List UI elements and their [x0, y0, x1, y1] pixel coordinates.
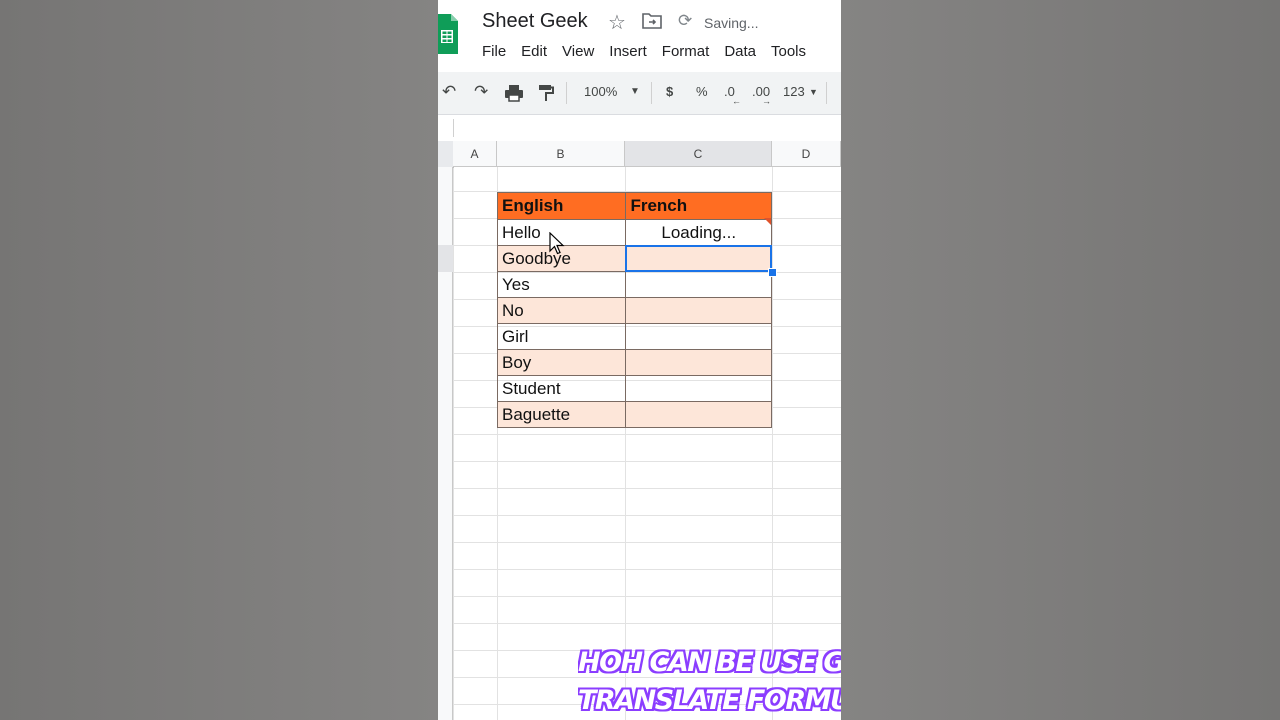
header-cell-english[interactable]: English — [496, 192, 627, 220]
video-background-right — [841, 0, 1280, 720]
select-all-corner[interactable] — [438, 141, 454, 168]
table-row: No — [496, 297, 772, 324]
table-row: Student — [496, 375, 772, 402]
cell-french[interactable] — [625, 323, 772, 350]
sync-icon: ⟳ — [678, 11, 693, 30]
table-header-row: English French — [496, 192, 772, 220]
cell-english[interactable]: Student — [496, 375, 627, 402]
cell-english[interactable]: Girl — [496, 323, 627, 350]
translation-table: English French Hello Loading... Goodbye … — [496, 192, 772, 428]
sheets-logo-icon[interactable] — [438, 14, 458, 54]
toolbar: ↶ ↷ 100% ▼ $ % .0 ← .00 → 123 ▼ — [438, 72, 841, 115]
currency-format-button[interactable]: $ — [666, 84, 673, 99]
menu-insert[interactable]: Insert — [609, 43, 647, 60]
formula-bar-divider — [453, 119, 454, 137]
toolbar-divider — [651, 82, 652, 104]
menu-data[interactable]: Data — [724, 43, 756, 60]
table-row: Hello Loading... — [496, 219, 772, 246]
cell-english[interactable]: Baguette — [496, 401, 627, 428]
menu-file[interactable]: File — [482, 43, 506, 60]
arrow-left-icon: ← — [732, 96, 741, 106]
percent-format-button[interactable]: % — [696, 84, 708, 99]
table-row: Baguette — [496, 401, 772, 428]
grid-column-line — [772, 167, 773, 720]
zoom-select[interactable]: 100% — [584, 84, 617, 99]
column-header-d[interactable]: D — [772, 141, 841, 167]
caption-line-1: HOH CAN BE USE GOOG — [578, 647, 841, 678]
cell-english[interactable]: Yes — [496, 271, 627, 298]
formats-dropdown-icon[interactable]: ▼ — [809, 87, 818, 97]
table-row: Boy — [496, 349, 772, 376]
cell-english[interactable]: Boy — [496, 349, 627, 376]
move-folder-icon[interactable] — [642, 12, 662, 30]
fill-handle[interactable] — [768, 268, 777, 277]
column-header-a[interactable]: A — [453, 141, 497, 167]
print-icon[interactable] — [504, 84, 524, 102]
caption-line-2: TRANSLATE FORMULA — [578, 685, 841, 716]
video-background-left — [0, 0, 438, 720]
cell-french[interactable] — [625, 349, 772, 376]
more-formats-button[interactable]: 123 — [783, 84, 805, 99]
menu-tools[interactable]: Tools — [771, 43, 806, 60]
cell-french[interactable] — [625, 271, 772, 298]
header-cell-french[interactable]: French — [625, 192, 772, 220]
zoom-dropdown-icon[interactable]: ▼ — [630, 86, 640, 97]
row-header-selected[interactable] — [438, 245, 453, 272]
sheets-window: Sheet Geek ☆ ⟳ Saving... File Edit View … — [438, 0, 841, 720]
cell-french[interactable] — [625, 401, 772, 428]
menu-format[interactable]: Format — [662, 43, 710, 60]
menu-bar: File Edit View Insert Format Data Tools — [482, 43, 821, 60]
menu-edit[interactable]: Edit — [521, 43, 547, 60]
paint-format-icon[interactable] — [538, 84, 554, 102]
cell-comment-marker — [764, 218, 771, 225]
column-header-c[interactable]: C — [625, 141, 772, 167]
table-row: Girl — [496, 323, 772, 350]
mouse-cursor-icon — [549, 232, 565, 255]
document-title[interactable]: Sheet Geek — [482, 10, 588, 33]
star-icon[interactable]: ☆ — [608, 10, 626, 35]
redo-icon[interactable]: ↷ — [474, 82, 488, 102]
table-row: Yes — [496, 271, 772, 298]
toolbar-divider — [566, 82, 567, 104]
cell-french[interactable]: Loading... — [625, 219, 772, 246]
cell-french[interactable] — [625, 297, 772, 324]
column-header-b[interactable]: B — [497, 141, 625, 167]
cell-french[interactable] — [625, 375, 772, 402]
cell-english[interactable]: No — [496, 297, 627, 324]
active-cell-selection[interactable] — [625, 245, 772, 272]
menu-view[interactable]: View — [562, 43, 594, 60]
toolbar-divider — [826, 82, 827, 104]
save-status: Saving... — [704, 15, 759, 31]
video-caption: HOH CAN BE USE GOOG TRANSLATE FORMULA — [578, 644, 841, 720]
formula-bar[interactable] — [438, 115, 841, 142]
undo-icon[interactable]: ↶ — [442, 82, 456, 102]
arrow-right-icon: → — [762, 96, 771, 106]
